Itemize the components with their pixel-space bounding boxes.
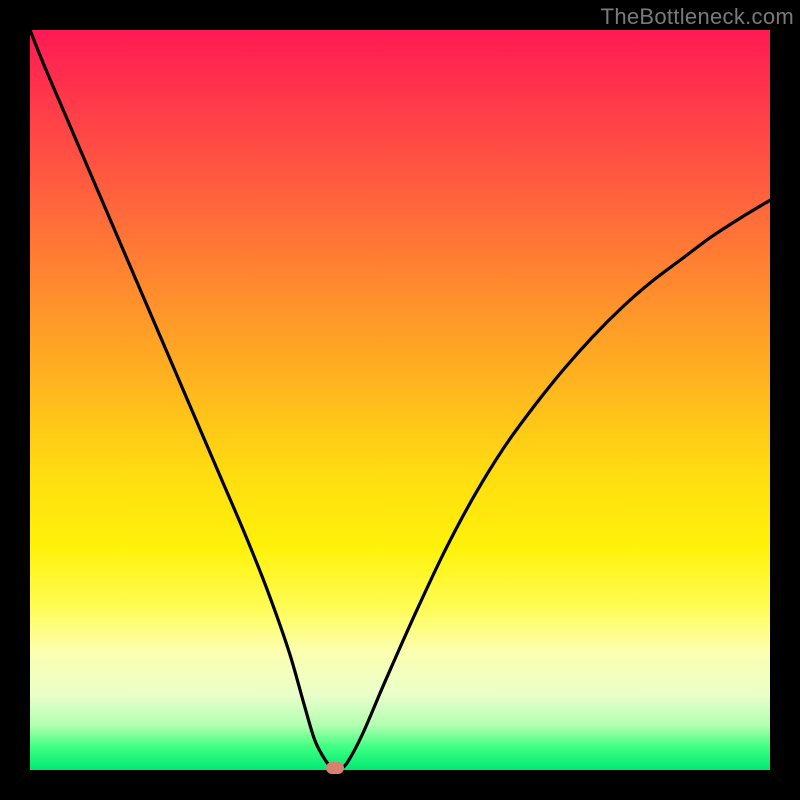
- plot-area: [30, 30, 770, 770]
- chart-frame: TheBottleneck.com: [0, 0, 800, 800]
- watermark-text: TheBottleneck.com: [601, 4, 794, 30]
- bottleneck-curve: [30, 30, 770, 769]
- optimal-marker: [326, 762, 344, 774]
- curve-svg: [30, 30, 770, 770]
